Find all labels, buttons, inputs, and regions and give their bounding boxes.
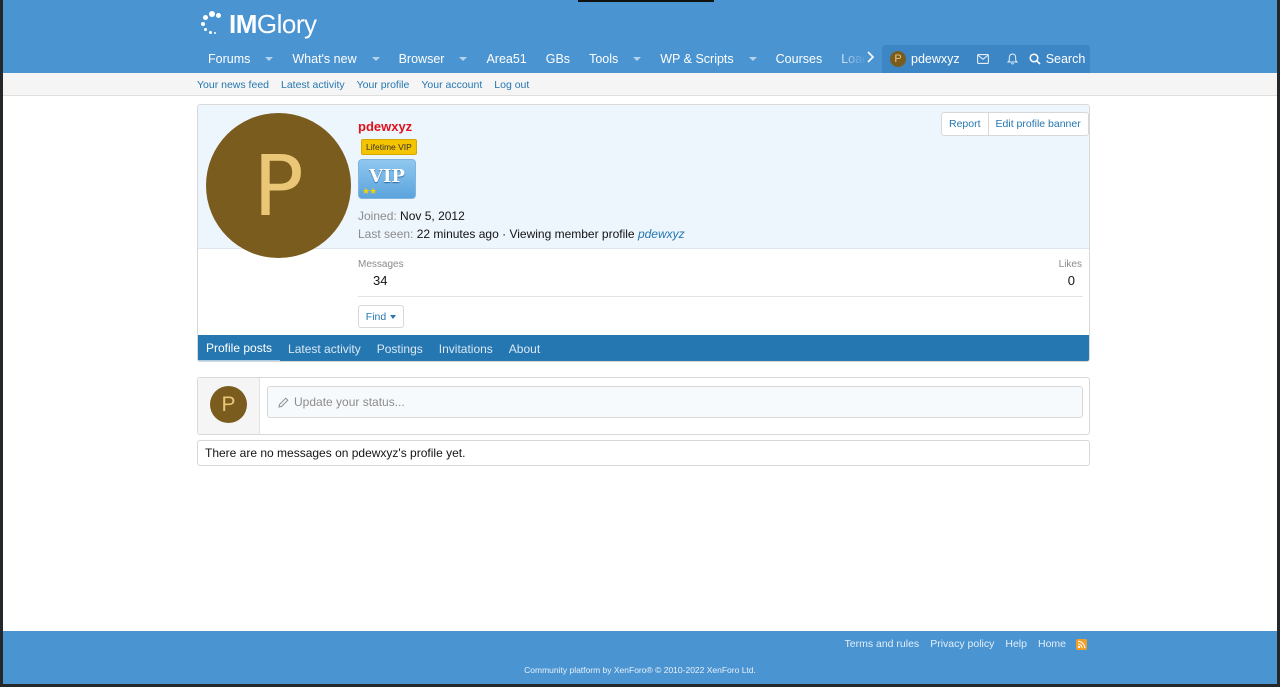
nav-item-tools[interactable]: Tools <box>578 45 649 73</box>
nav-item-what-s-new[interactable]: What's new <box>281 45 387 73</box>
logo-dots-icon <box>199 10 227 38</box>
chevron-down-icon[interactable] <box>371 57 380 61</box>
rss-icon[interactable] <box>1076 638 1087 650</box>
no-messages-notice: There are no messages on pdewxyz's profi… <box>197 440 1090 466</box>
tab-profile-posts[interactable]: Profile posts <box>198 335 281 361</box>
joined-row: Joined: Nov 5, 2012 <box>358 209 465 223</box>
copyright: Community platform by XenForo® © 2010-20… <box>524 665 756 675</box>
user-banner-badge: Lifetime VIP <box>361 139 417 155</box>
tab-invitations[interactable]: Invitations <box>431 335 501 361</box>
inbox-icon[interactable] <box>968 45 998 73</box>
account-menu-link[interactable]: P pdewxyz <box>882 45 968 73</box>
vip-badge-image: VIP ★★ <box>358 159 416 199</box>
footer-link-help[interactable]: Help <box>1005 638 1027 650</box>
subnav-link-log-out[interactable]: Log out <box>494 79 529 91</box>
nav-item-browser[interactable]: Browser <box>388 45 476 73</box>
search-button[interactable]: Search <box>1024 45 1090 73</box>
last-seen-row: Last seen: 22 minutes ago · Viewing memb… <box>358 227 685 241</box>
account-block: P pdewxyz <box>882 45 1028 73</box>
edit-profile-banner-button[interactable]: Edit profile banner <box>987 113 1088 135</box>
messages-count[interactable]: 34 <box>373 273 387 288</box>
viewing-profile-link[interactable]: pdewxyz <box>638 227 685 241</box>
account-username: pdewxyz <box>911 52 960 66</box>
pencil-icon <box>278 396 289 408</box>
browser-viewport: IMGlory Forums What's new Browser Area51 GBs… <box>3 0 1277 684</box>
profile-actions: Report Edit profile banner <box>941 112 1089 136</box>
chevron-down-icon[interactable] <box>265 57 274 61</box>
likes-label: Likes <box>1058 259 1082 270</box>
site-header: IMGlory Forums What's new Browser Area51 GBs… <box>3 0 1277 73</box>
profile-tabs: Profile posts Latest activity Postings Invi… <box>198 335 1089 361</box>
subnav-link-your-profile[interactable]: Your profile <box>357 79 410 91</box>
search-icon <box>1029 53 1041 65</box>
likes-count[interactable]: 0 <box>1068 273 1075 288</box>
nav-item-courses[interactable]: Courses <box>765 45 831 73</box>
site-footer: Terms and rules Privacy policy Help Home Co… <box>3 631 1277 684</box>
nav-item-gbs[interactable]: GBs <box>535 45 578 73</box>
subnav-link-your-account[interactable]: Your account <box>421 79 482 91</box>
search-label: Search <box>1045 52 1086 66</box>
chevron-down-icon[interactable] <box>633 57 642 61</box>
profile-username[interactable]: pdewxyz <box>358 119 412 134</box>
nav-scroll-right-icon[interactable] <box>867 50 875 68</box>
avatar[interactable]: P <box>210 386 247 423</box>
avatar[interactable]: P <box>206 113 351 258</box>
tab-latest-activity[interactable]: Latest activity <box>280 335 369 361</box>
member-profile-card: P pdewxyz Lifetime VIP VIP ★★ Joined: No… <box>197 104 1090 362</box>
messages-label: Messages <box>358 259 404 270</box>
find-menu-button[interactable]: Find <box>358 305 404 328</box>
divider <box>358 296 1083 297</box>
footer-link-terms-and-rules[interactable]: Terms and rules <box>844 638 919 650</box>
nav-item-forums[interactable]: Forums <box>197 45 281 73</box>
footer-link-home[interactable]: Home <box>1038 638 1066 650</box>
footer-link-privacy-policy[interactable]: Privacy policy <box>930 638 994 650</box>
chevron-down-icon[interactable] <box>459 57 468 61</box>
status-update-box: P Update your status... <box>197 377 1090 435</box>
avatar: P <box>890 51 906 67</box>
subnav-link-latest-activity[interactable]: Latest activity <box>281 79 345 91</box>
tab-about[interactable]: About <box>501 335 548 361</box>
tab-postings[interactable]: Postings <box>369 335 431 361</box>
nav-item-wp-scripts[interactable]: WP & Scripts <box>649 45 764 73</box>
subnav-link-your-news-feed[interactable]: Your news feed <box>197 79 269 91</box>
status-input[interactable]: Update your status... <box>267 386 1083 418</box>
sub-navigation: Your news feed Latest activity Your profil… <box>3 73 1277 96</box>
report-button[interactable]: Report <box>942 113 988 135</box>
site-logo[interactable]: IMGlory <box>199 6 317 42</box>
nav-item-area51[interactable]: Area51 <box>475 45 534 73</box>
logo-text: IMGlory <box>229 8 317 39</box>
window-top-edge <box>578 0 714 2</box>
chevron-down-icon[interactable] <box>748 57 757 61</box>
caret-down-icon <box>390 314 397 319</box>
star-icon: ★★ <box>362 186 377 196</box>
